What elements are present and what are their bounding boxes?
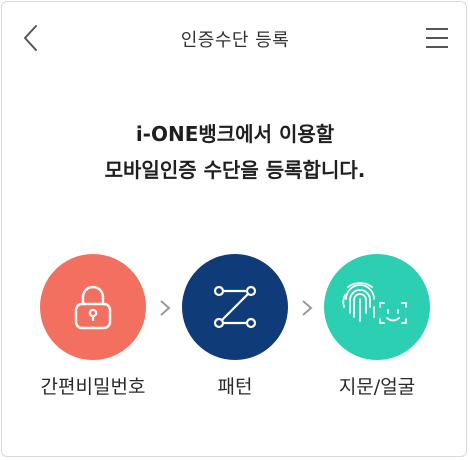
method-label: 지문/얼굴 (338, 376, 416, 398)
method-fingerprint-face[interactable]: 지문/얼굴 (304, 254, 444, 404)
fingerprint-face-icon (342, 282, 407, 324)
headline-line-1: i-ONE뱅크에서 이용할 (135, 122, 335, 146)
method-circle (182, 254, 288, 360)
auth-methods: 간편비밀번호 패턴 지문/얼굴 (0, 254, 470, 414)
method-circle (40, 254, 146, 360)
method-simple-password[interactable]: 간편비밀번호 (20, 254, 160, 404)
method-label: 패턴 (217, 376, 253, 398)
headline-line-2: 모바일인증 수단을 등록합니다. (104, 158, 366, 182)
method-circle (324, 254, 430, 360)
hamburger-menu-icon (426, 28, 448, 48)
lock-icon (74, 285, 112, 330)
menu-button[interactable] (420, 20, 454, 56)
pattern-icon (213, 285, 257, 329)
method-pattern[interactable]: 패턴 (162, 254, 302, 404)
intro-headline: i-ONE뱅크에서 이용할 모바일인증 수단을 등록합니다. (0, 116, 470, 188)
page-title: 인증수단 등록 (180, 30, 290, 51)
app-header: 인증수단 등록 (0, 0, 470, 76)
method-label: 간편비밀번호 (40, 376, 146, 398)
